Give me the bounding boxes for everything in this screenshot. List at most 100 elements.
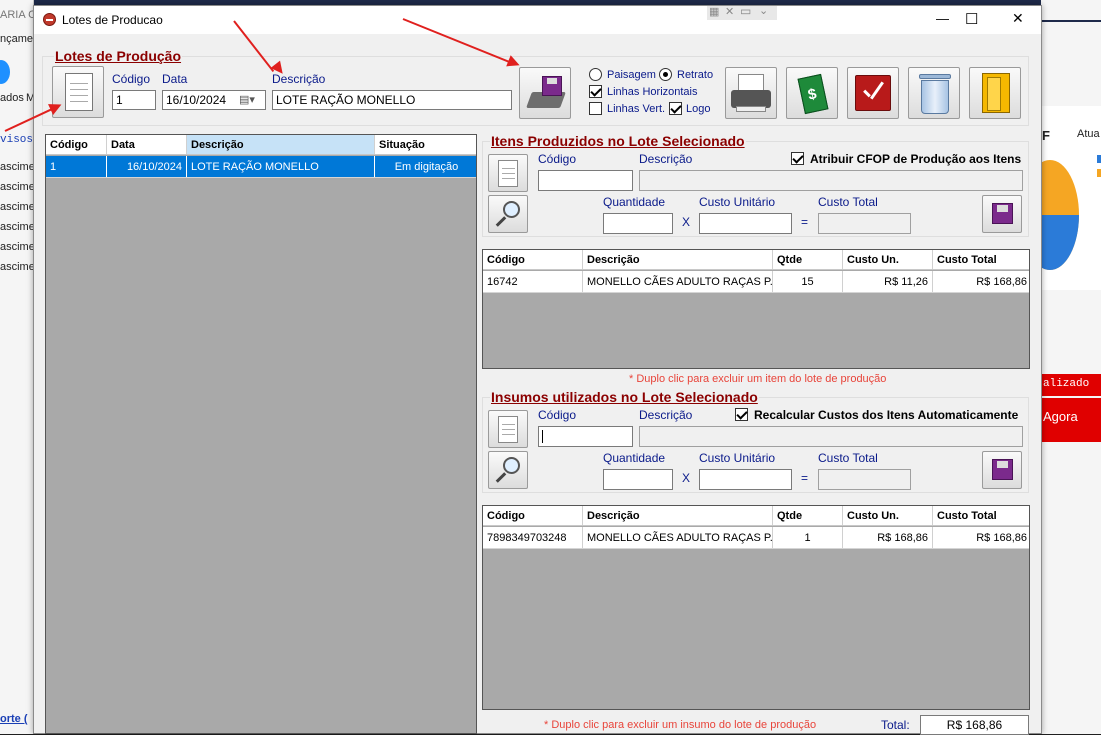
produced-descricao-label: Descrição — [639, 152, 693, 166]
produced-x-sign: X — [682, 215, 691, 229]
close-small-icon[interactable]: ✕ — [725, 5, 734, 18]
insumos-table[interactable]: Código Descrição Qtde Custo Un. Custo To… — [482, 505, 1030, 710]
produced-custo-un-cell: R$ 11,26 — [843, 271, 933, 292]
produced-eq-sign: = — [801, 215, 809, 229]
produced-header-custo-un[interactable]: Custo Un. — [843, 250, 933, 269]
text-cursor — [542, 430, 543, 443]
money-button[interactable]: $ — [786, 67, 838, 119]
monitor-icon[interactable]: ▭ — [740, 4, 751, 18]
produced-table-header: Código Descrição Qtde Custo Un. Custo To… — [483, 250, 1029, 270]
insumos-descricao-input[interactable] — [639, 426, 1023, 447]
produced-save-button[interactable] — [982, 195, 1022, 233]
produced-items-title: Itens Produzidos no Lote Selecionado — [490, 133, 746, 149]
produced-header-codigo[interactable]: Código — [483, 250, 583, 269]
insumos-custo-un-cell: R$ 168,86 — [843, 527, 933, 548]
paisagem-radio[interactable] — [589, 68, 602, 81]
bg-text: ascime — [0, 261, 35, 273]
produced-quantidade-input[interactable] — [603, 213, 673, 234]
money-icon: $ — [797, 73, 829, 115]
linhas-vert-label: Linhas Vert. — [607, 103, 666, 115]
bg-text: ascime — [0, 181, 35, 193]
insumos-new-button[interactable] — [488, 410, 528, 448]
document-icon — [498, 416, 518, 443]
bg-red-button: Agora — [1041, 398, 1101, 442]
produced-custo-unitario-label: Custo Unitário — [699, 195, 776, 209]
confirm-button[interactable] — [847, 67, 899, 119]
lots-header-data[interactable]: Data — [107, 135, 187, 154]
produced-search-button[interactable] — [488, 195, 528, 233]
retrato-radio[interactable] — [659, 68, 672, 81]
grid-icon[interactable]: ▦ — [709, 5, 719, 18]
produced-header-custo-total[interactable]: Custo Total — [933, 250, 1029, 269]
maximize-button[interactable]: ☐ — [965, 10, 978, 28]
floating-toolbar[interactable]: ▦ ✕ ▭ ⌄ — [707, 4, 777, 20]
lots-header-situacao[interactable]: Situação — [375, 135, 476, 154]
lots-header-descricao[interactable]: Descrição — [187, 135, 375, 154]
delete-button[interactable] — [908, 67, 960, 119]
atribuir-cfop-checkbox[interactable] — [791, 152, 804, 165]
bg-legend-swatch — [1097, 169, 1101, 177]
insumos-save-button[interactable] — [982, 451, 1022, 489]
insumos-search-button[interactable] — [488, 451, 528, 489]
table-row[interactable]: 1 16/10/2024 LOTE RAÇÃO MONELLO Em digit… — [46, 156, 476, 178]
linhas-horizontais-checkbox[interactable] — [589, 85, 602, 98]
app-icon — [43, 13, 56, 26]
background-right-panel: F Atua alizado Agora — [1021, 0, 1101, 734]
insumos-custo-total-cell: R$ 168,86 — [976, 532, 1027, 544]
trash-lid-icon — [919, 74, 951, 79]
insumos-custo-unitario-input[interactable] — [699, 469, 792, 490]
produced-custo-total-cell: R$ 168,86 — [976, 276, 1027, 288]
insumos-header-descricao[interactable]: Descrição — [583, 506, 773, 525]
bg-text: ascime — [0, 161, 35, 173]
paisagem-label: Paisagem — [607, 69, 656, 81]
produced-items-table[interactable]: Código Descrição Qtde Custo Un. Custo To… — [482, 249, 1030, 369]
produced-codigo-cell: 16742 — [483, 271, 583, 292]
minimize-button[interactable]: — — [936, 11, 949, 26]
bg-text: orte ( — [0, 713, 28, 725]
floppy-icon — [542, 76, 562, 96]
window-title: Lotes de Producao — [62, 13, 163, 27]
calendar-icon[interactable]: ▤▾ — [239, 93, 255, 106]
lot-codigo-cell: 1 — [46, 156, 107, 177]
insumos-hint: * Duplo clic para excluir um insumo do l… — [544, 719, 817, 731]
produced-codigo-label: Código — [538, 152, 577, 166]
insumos-codigo-input[interactable] — [538, 426, 633, 447]
bg-text: ARIA C — [0, 9, 37, 21]
produced-hint: * Duplo clic para excluir um item do lot… — [629, 373, 887, 385]
insumos-header-custo-total[interactable]: Custo Total — [933, 506, 1029, 525]
bg-text: ascime — [0, 241, 35, 253]
produced-new-button[interactable] — [488, 154, 528, 192]
insumos-header-custo-un[interactable]: Custo Un. — [843, 506, 933, 525]
produced-custo-unitario-input[interactable] — [699, 213, 792, 234]
table-row[interactable]: 7898349703248 MONELLO CÃES ADULTO RAÇAS … — [483, 527, 1029, 549]
exit-button[interactable] — [969, 67, 1021, 119]
produced-codigo-input[interactable] — [538, 170, 633, 191]
lot-data-cell: 16/10/2024 — [107, 156, 187, 177]
produced-header-qtde[interactable]: Qtde — [773, 250, 843, 269]
recalcular-custos-checkbox[interactable] — [735, 408, 748, 421]
bg-text: visos — [0, 134, 34, 146]
insumos-header-codigo[interactable]: Código — [483, 506, 583, 525]
codigo-input[interactable]: 1 — [112, 90, 156, 110]
descricao-input[interactable]: LOTE RAÇÃO MONELLO — [272, 90, 512, 110]
insumos-header-qtde[interactable]: Qtde — [773, 506, 843, 525]
document-icon — [498, 160, 518, 187]
linhas-vert-checkbox[interactable] — [589, 102, 602, 115]
insumos-quantidade-input[interactable] — [603, 469, 673, 490]
lots-header-codigo[interactable]: Código — [46, 135, 107, 154]
lots-table[interactable]: Código Data Descrição Situação 1 16/10/2… — [45, 134, 477, 734]
close-button[interactable]: ✕ — [1012, 10, 1024, 27]
lot-situacao-cell: Em digitação — [394, 161, 459, 173]
table-row[interactable]: 16742 MONELLO CÃES ADULTO RAÇAS P... 15 … — [483, 271, 1029, 293]
produced-quantidade-label: Quantidade — [603, 195, 666, 209]
lots-table-header: Código Data Descrição Situação — [46, 135, 476, 155]
data-input[interactable]: 16/10/2024 ▤▾ — [162, 90, 266, 110]
save-button[interactable] — [519, 67, 571, 119]
bg-app-icon — [0, 60, 10, 84]
logo-checkbox[interactable] — [669, 102, 682, 115]
produced-descricao-input[interactable] — [639, 170, 1023, 191]
print-button[interactable] — [725, 67, 777, 119]
produced-header-descricao[interactable]: Descrição — [583, 250, 773, 269]
chevron-down-icon[interactable]: ⌄ — [759, 4, 768, 17]
bg-text: F — [1042, 128, 1050, 143]
